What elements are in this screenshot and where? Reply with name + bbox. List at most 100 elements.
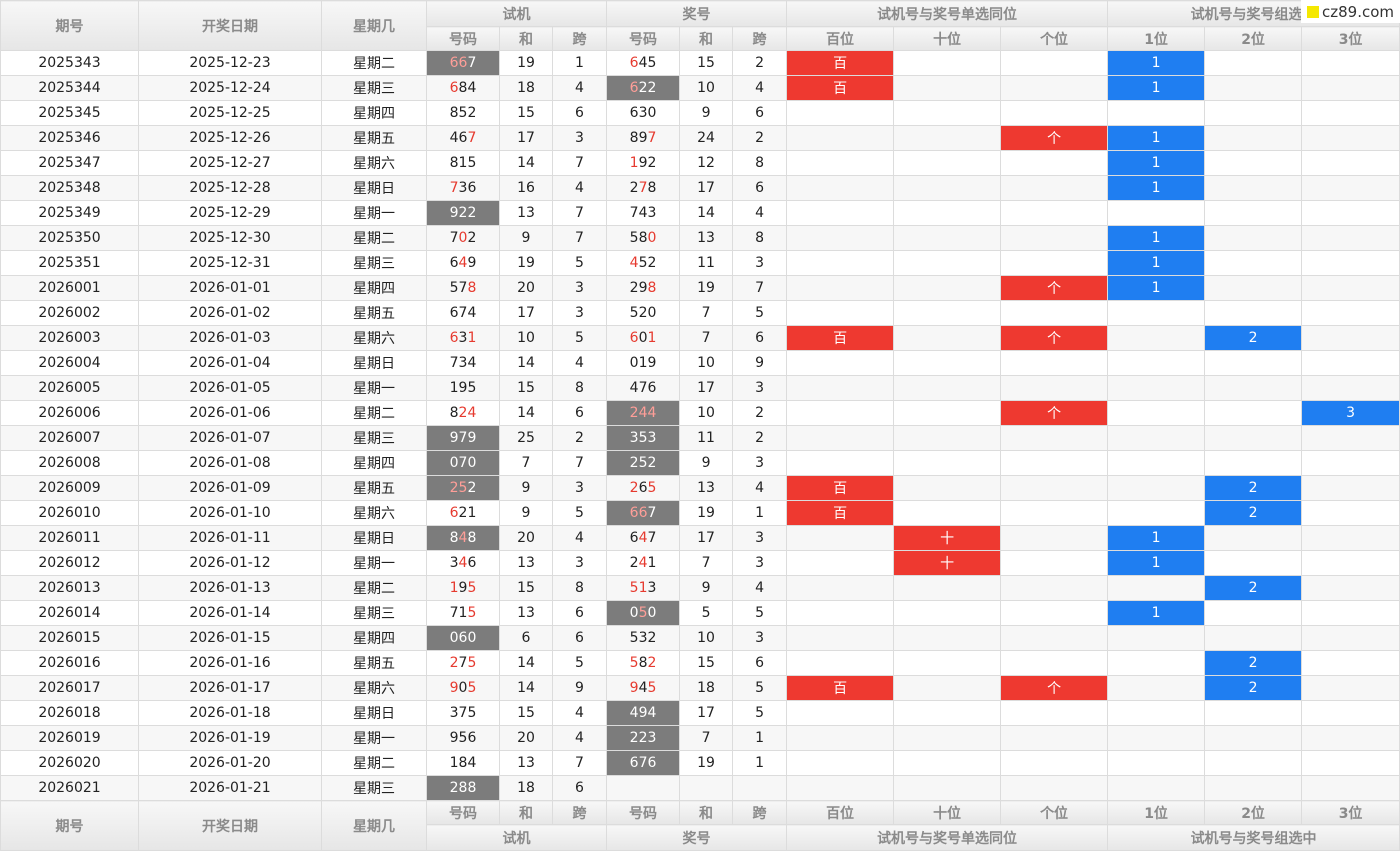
ge-cell [1000,200,1109,226]
col-prize-code[interactable]: 号码 [606,26,681,51]
table-row[interactable]: 2026010 2026-01-10 星期六 621 9 5 667 19 1 百 2 [0,500,1400,526]
digit: 1 [449,380,459,396]
col-date[interactable]: 开奖日期 [138,0,322,51]
foot-pos1[interactable]: 1位 [1107,800,1206,825]
date-cell: 2025-12-29 [138,200,322,226]
col-pos1[interactable]: 1位 [1107,26,1206,51]
trial-code-cell: 649 [426,250,500,276]
col-ge[interactable]: 个位 [1000,26,1109,51]
table-row[interactable]: 2026015 2026-01-15 星期四 060 6 6 532 10 3 [0,625,1400,651]
trial-sum-cell: 15 [499,700,553,726]
col-trial-span[interactable]: 跨 [551,26,608,51]
pos3-cell [1301,150,1400,176]
table-row[interactable]: 2026002 2026-01-02 星期五 674 17 3 520 7 5 [0,300,1400,326]
table-row[interactable]: 2025348 2025-12-28 星期日 736 16 4 278 17 6 1 [0,175,1400,201]
col-shi[interactable]: 十位 [893,26,1002,51]
table-row[interactable]: 2026019 2026-01-19 星期一 956 20 4 223 7 1 [0,725,1400,751]
foot-pos2[interactable]: 2位 [1204,800,1303,825]
foot-trial-sum[interactable]: 和 [499,800,553,825]
period-cell: 2025343 [0,50,139,76]
period-cell: 2026020 [0,750,139,776]
trial-span-cell: 7 [551,225,608,251]
foot-ge[interactable]: 个位 [1000,800,1109,825]
col-prize-sum[interactable]: 和 [679,26,734,51]
date-cell: 2026-01-14 [138,600,322,626]
table-row[interactable]: 2025345 2025-12-25 星期四 852 15 6 630 9 6 [0,100,1400,126]
table-row[interactable]: 2026021 2026-01-21 星期三 288 18 6 [0,775,1400,801]
prize-sum-cell: 13 [679,475,734,501]
foot-pos3[interactable]: 3位 [1301,800,1400,825]
foot-shi[interactable]: 十位 [893,800,1002,825]
site-logo[interactable]: cz89.com [1301,0,1400,23]
ge-cell: 个 [1000,275,1109,301]
col-bai[interactable]: 百位 [786,26,895,51]
table-row[interactable]: 2026004 2026-01-04 星期日 734 14 4 019 10 9 [0,350,1400,376]
table-row[interactable]: 2026003 2026-01-03 星期六 631 10 5 601 7 6 百个 2 [0,325,1400,351]
digit: 4 [629,255,639,271]
prize-span-cell: 5 [732,600,788,626]
weekday-cell: 星期二 [321,575,427,601]
digit: 7 [467,55,477,71]
table-row[interactable]: 2026020 2026-01-20 星期二 184 13 7 676 19 1 [0,750,1400,776]
table-row[interactable]: 2026016 2026-01-16 星期五 275 14 5 582 15 6 2 [0,650,1400,676]
col-trial-code[interactable]: 号码 [426,26,500,51]
table-row[interactable]: 2026011 2026-01-11 星期日 848 20 4 647 17 3 十 1 [0,525,1400,551]
table-row[interactable]: 2026009 2026-01-09 星期五 252 9 3 265 13 4 百 2 [0,475,1400,501]
foot-date[interactable]: 开奖日期 [138,800,322,851]
pos1-cell [1107,750,1206,776]
table-row[interactable]: 2026013 2026-01-13 星期二 195 15 8 513 9 4 2 [0,575,1400,601]
foot-prize-span[interactable]: 跨 [732,800,788,825]
pos2-cell [1204,700,1303,726]
prize-code-cell: 630 [606,100,681,126]
table-row[interactable]: 2026005 2026-01-05 星期一 195 15 8 476 17 3 [0,375,1400,401]
table-row[interactable]: 2025350 2025-12-30 星期二 702 9 7 580 13 8 1 [0,225,1400,251]
foot-prize-sum[interactable]: 和 [679,800,734,825]
prize-sum-cell: 14 [679,200,734,226]
table-row[interactable]: 2025347 2025-12-27 星期六 815 14 7 192 12 8 1 [0,150,1400,176]
table-row[interactable]: 2026017 2026-01-17 星期六 905 14 9 945 18 5 百个 2 [0,675,1400,701]
foot-prize-code[interactable]: 号码 [606,800,681,825]
foot-weekday[interactable]: 星期几 [321,800,427,851]
col-trial-sum[interactable]: 和 [499,26,553,51]
table-row[interactable]: 2026007 2026-01-07 星期三 979 25 2 353 11 2 [0,425,1400,451]
period-cell: 2026014 [0,600,139,626]
pos1-cell [1107,675,1206,701]
prize-code-cell: 676 [606,750,681,776]
digit: 7 [449,355,459,371]
date-cell: 2026-01-04 [138,350,322,376]
foot-period[interactable]: 期号 [0,800,139,851]
foot-trial-span[interactable]: 跨 [551,800,608,825]
col-prize-span[interactable]: 跨 [732,26,788,51]
shi-cell [893,475,1002,501]
digit: 2 [467,230,477,246]
pos1-cell [1107,325,1206,351]
digit: 5 [467,380,477,396]
table-row[interactable]: 2025343 2025-12-23 星期二 667 19 1 645 15 2 百 1 [0,50,1400,76]
col-pos2[interactable]: 2位 [1204,26,1303,51]
table-row[interactable]: 2025344 2025-12-24 星期三 684 18 4 622 10 4 百 1 [0,75,1400,101]
table-row[interactable]: 2026006 2026-01-06 星期二 824 14 6 244 10 2 个 3 [0,400,1400,426]
col-weekday[interactable]: 星期几 [321,0,427,51]
shi-cell [893,650,1002,676]
trial-sum-cell: 16 [499,175,553,201]
table-row[interactable]: 2026012 2026-01-12 星期一 346 13 3 241 7 3 十 1 [0,550,1400,576]
foot-trial-code[interactable]: 号码 [426,800,500,825]
table-row[interactable]: 2025351 2025-12-31 星期三 649 19 5 452 11 3 1 [0,250,1400,276]
table-row[interactable]: 2026014 2026-01-14 星期三 715 13 6 050 5 5 1 [0,600,1400,626]
table-row[interactable]: 2026008 2026-01-08 星期四 070 7 7 252 9 3 [0,450,1400,476]
col-pos3[interactable]: 3位 [1301,26,1400,51]
foot-bai[interactable]: 百位 [786,800,895,825]
digit: 7 [449,180,459,196]
trial-span-cell: 3 [551,475,608,501]
table-row[interactable]: 2025346 2025-12-26 星期五 467 17 3 897 24 2 个 1 [0,125,1400,151]
table-row[interactable]: 2026001 2026-01-01 星期四 578 20 3 298 19 7 个 1 [0,275,1400,301]
pos2-cell [1204,125,1303,151]
trial-sum-cell: 13 [499,750,553,776]
logo-text: cz89.com [1321,2,1394,21]
col-period[interactable]: 期号 [0,0,139,51]
pos1-cell [1107,200,1206,226]
table-row[interactable]: 2025349 2025-12-29 星期一 922 13 7 743 14 4 [0,200,1400,226]
prize-code-cell: 743 [606,200,681,226]
table-row[interactable]: 2026018 2026-01-18 星期日 375 15 4 494 17 5 [0,700,1400,726]
trial-code-cell: 905 [426,675,500,701]
